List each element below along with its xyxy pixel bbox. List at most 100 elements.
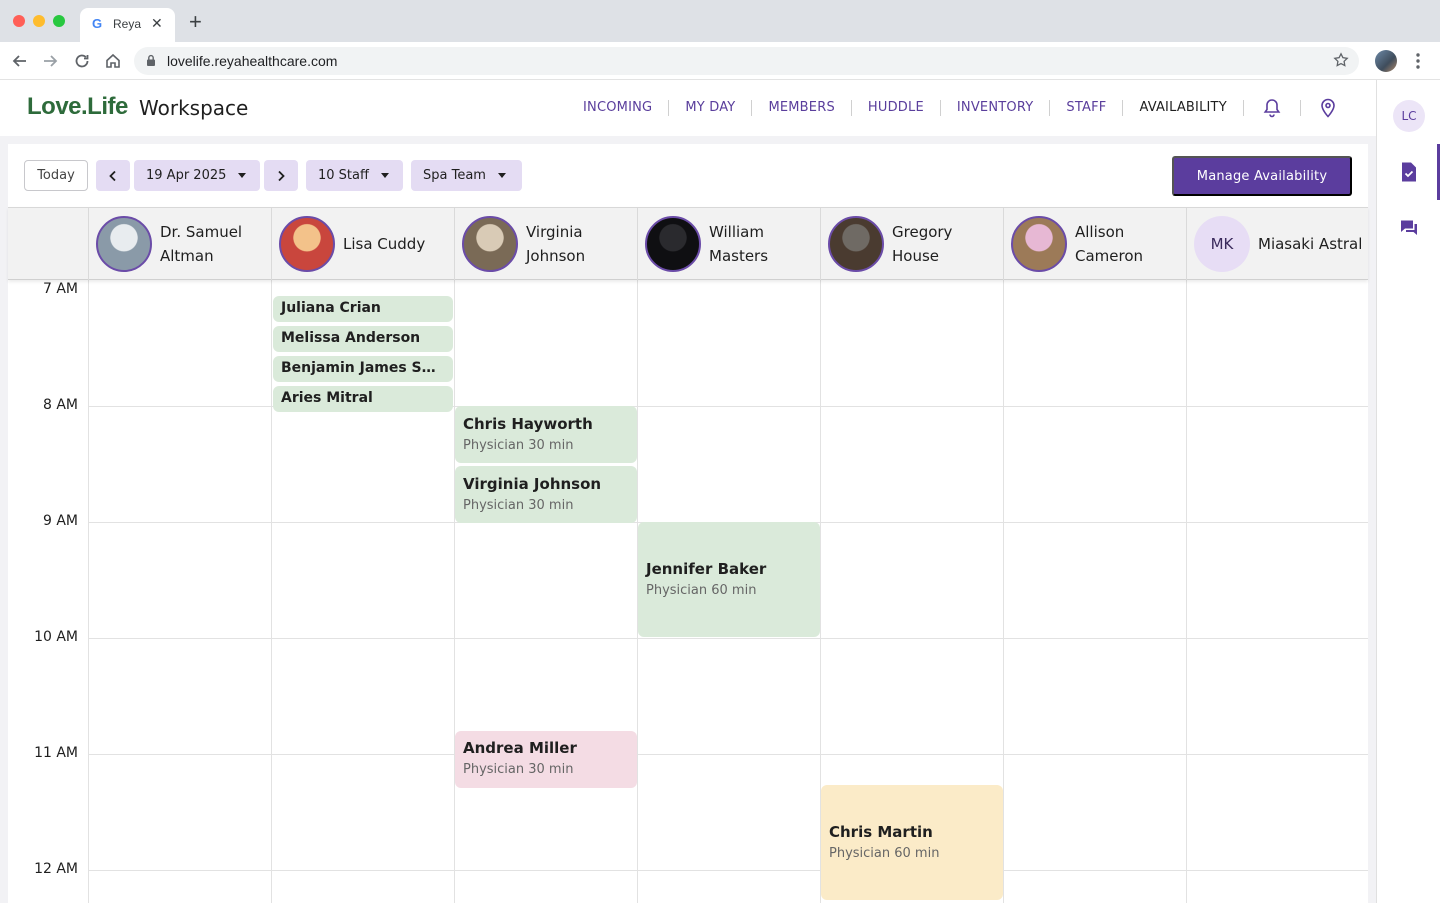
appointment-block[interactable]: Andrea Miller Physician 30 min (455, 730, 637, 788)
time-label: 10 AM (34, 629, 78, 645)
time-label: 7 AM (42, 281, 78, 297)
hour-divider (88, 754, 1368, 755)
task-document-icon[interactable] (1399, 161, 1419, 183)
previous-day-button[interactable] (96, 160, 130, 191)
appointment-detail: Physician 60 min (829, 845, 940, 861)
lock-icon (147, 54, 155, 66)
browser-profile-avatar[interactable] (1375, 50, 1397, 72)
browser-tab[interactable]: G Reya ✕ (80, 8, 175, 42)
staff-column-header[interactable]: Gregory House (820, 208, 1003, 280)
booking-pill[interactable]: Benjamin James Sa... (273, 356, 453, 383)
staff-column-header[interactable]: Dr. Samuel Altman (88, 208, 271, 280)
location-button[interactable] (1301, 98, 1355, 118)
staff-column-header[interactable]: Allison Cameron (1003, 208, 1186, 280)
bookmark-star-icon[interactable] (1333, 52, 1349, 68)
nav-staff[interactable]: STAFF (1050, 100, 1124, 116)
user-avatar[interactable]: LC (1393, 100, 1425, 132)
team-filter-label: Spa Team (423, 168, 486, 183)
nav-availability[interactable]: AVAILABILITY (1123, 100, 1244, 116)
staff-column-header[interactable]: William Masters (637, 208, 820, 280)
workspace-title: Workspace (139, 96, 249, 120)
window-minimize-button[interactable] (33, 15, 45, 27)
staff-name: Miasaki Astral (1258, 235, 1363, 253)
browser-menu-icon[interactable] (1410, 50, 1426, 72)
brand-logo[interactable]: Love.Life (27, 93, 128, 121)
nav-inventory[interactable]: INVENTORY (941, 100, 1051, 116)
forward-arrow-icon[interactable] (40, 51, 60, 71)
time-label: 12 AM (34, 861, 78, 877)
url-text: lovelife.reyahealthcare.com (167, 53, 338, 69)
staff-name: Allison Cameron (1075, 223, 1144, 265)
hour-divider (88, 870, 1368, 871)
staff-avatar (462, 216, 518, 272)
appointment-detail: Physician 30 min (463, 437, 574, 453)
hour-divider (88, 638, 1368, 639)
booking-pill[interactable]: Melissa Anderson (273, 325, 453, 352)
booking-pill[interactable]: Aries Mitral (273, 386, 453, 413)
notifications-button[interactable] (1244, 99, 1301, 118)
nav-my-day[interactable]: MY DAY (669, 100, 753, 116)
column-divider (1003, 280, 1004, 903)
schedule-grid: 7 AM 8 AM 9 AM 10 AM 11 AM 12 AM Juliana Crian… (8, 280, 1368, 903)
staff-avatar (645, 216, 701, 272)
today-button[interactable]: Today (24, 160, 88, 191)
window-close-button[interactable] (13, 15, 25, 27)
staff-avatar (828, 216, 884, 272)
column-divider (88, 280, 89, 903)
browser-toolbar: lovelife.reyahealthcare.com (0, 42, 1440, 80)
tab-close-icon[interactable]: ✕ (151, 15, 163, 32)
staff-avatar (96, 216, 152, 272)
main-nav: INCOMING MY DAY MEMBERS HUDDLE INVENTORY… (567, 80, 1355, 136)
staff-name: Lisa Cuddy (343, 235, 426, 253)
appointment-detail: Physician 30 min (463, 762, 574, 778)
tab-title: Reya (113, 17, 142, 31)
chat-icon[interactable] (1399, 218, 1419, 238)
staff-column-header[interactable]: Virginia Johnson (454, 208, 637, 280)
new-tab-icon[interactable]: + (189, 11, 202, 33)
appointment-block[interactable]: Chris Martin Physician 60 min (821, 785, 1003, 901)
staff-column-header[interactable]: MK Miasaki Astral (1186, 208, 1369, 280)
staff-avatar (1011, 216, 1067, 272)
appointment-block[interactable]: Virginia Johnson Physician 30 min (455, 466, 637, 524)
next-day-button[interactable] (264, 160, 298, 191)
caret-down-icon (238, 173, 247, 178)
appointment-block[interactable]: Jennifer Baker Physician 60 min (638, 522, 820, 637)
manage-availability-button[interactable]: Manage Availability (1172, 156, 1352, 196)
chevron-left-icon (109, 170, 116, 181)
address-bar[interactable]: lovelife.reyahealthcare.com (134, 47, 1359, 75)
work-area: Today 19 Apr 2025 10 Staff Spa Team Mana… (0, 136, 1376, 903)
appointment-name: Chris Martin (829, 822, 933, 841)
appointment-block[interactable]: Chris Hayworth Physician 30 min (455, 406, 637, 463)
bell-icon (1263, 99, 1281, 118)
google-favicon-icon: G (91, 16, 103, 31)
location-pin-icon (1321, 98, 1335, 118)
nav-members[interactable]: MEMBERS (752, 100, 852, 116)
reload-icon[interactable] (72, 51, 92, 71)
staff-name: Virginia Johnson (526, 223, 586, 265)
column-divider (271, 280, 272, 903)
nav-huddle[interactable]: HUDDLE (852, 100, 941, 116)
staff-avatar: MK (1194, 216, 1250, 272)
team-filter-dropdown[interactable]: Spa Team (411, 160, 522, 191)
staff-column-header[interactable]: Lisa Cuddy (271, 208, 454, 280)
calendar-controls: Today 19 Apr 2025 10 Staff Spa Team Mana… (8, 144, 1368, 207)
booking-pill[interactable]: Juliana Crian (273, 295, 453, 322)
column-divider (454, 280, 455, 903)
window-maximize-button[interactable] (53, 15, 65, 27)
date-picker-label: 19 Apr 2025 (146, 168, 227, 183)
column-divider (1186, 280, 1187, 903)
app-header: Love.Life Workspace INCOMING MY DAY MEMB… (0, 80, 1376, 136)
date-picker[interactable]: 19 Apr 2025 (134, 160, 260, 191)
staff-filter-label: 10 Staff (318, 168, 369, 183)
staff-header-row: Dr. Samuel Altman Lisa Cuddy Virginia John… (8, 207, 1368, 280)
time-label: 11 AM (34, 745, 78, 761)
nav-incoming[interactable]: INCOMING (567, 100, 670, 116)
appointment-name: Chris Hayworth (463, 414, 593, 433)
back-arrow-icon[interactable] (10, 51, 30, 71)
home-icon[interactable] (103, 51, 123, 71)
staff-filter-dropdown[interactable]: 10 Staff (306, 160, 403, 191)
staff-name: Gregory House (892, 223, 953, 265)
time-label: 9 AM (42, 513, 78, 529)
caret-down-icon (497, 173, 506, 178)
staff-avatar (279, 216, 335, 272)
